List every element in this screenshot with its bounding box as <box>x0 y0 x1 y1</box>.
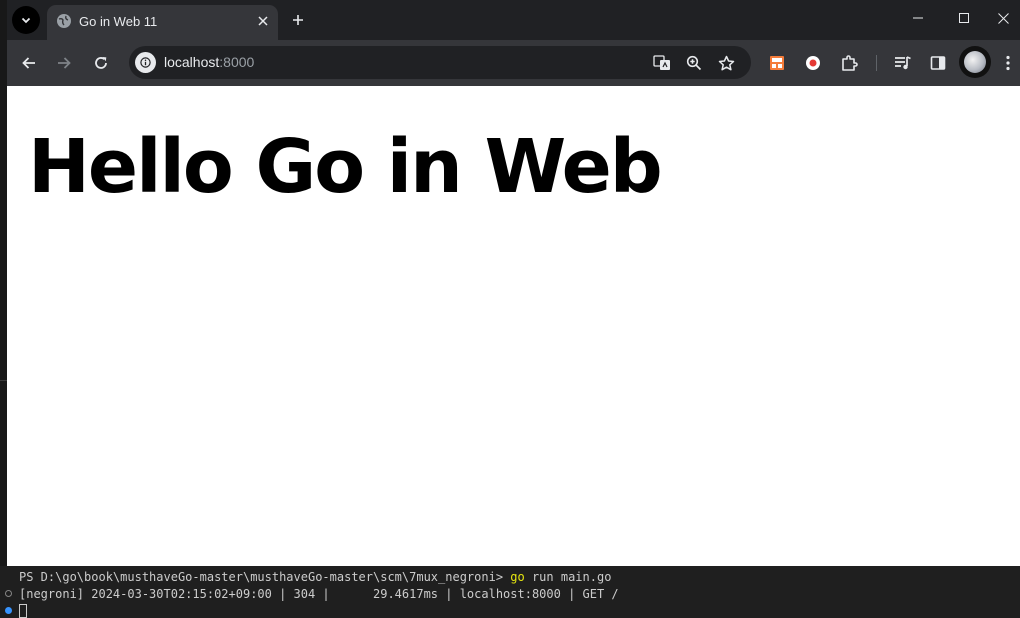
terminal-command-line: PS D:\go\book\musthaveGo-master\musthave… <box>19 570 611 584</box>
kebab-menu-icon <box>1006 55 1010 71</box>
window-close-button[interactable] <box>987 0 1020 36</box>
puzzle-icon <box>842 55 858 71</box>
close-icon <box>998 12 1009 24</box>
browser-window: Go in Web 11 localhost:8000 Hello Go in … <box>7 0 1020 566</box>
arrow-right-icon <box>58 57 71 69</box>
terminal-command-args: run main.go <box>524 570 612 584</box>
address-bar[interactable]: localhost:8000 <box>129 46 751 79</box>
minimize-icon <box>913 17 923 19</box>
tab-strip: Go in Web 11 <box>7 0 1020 40</box>
tab-title: Go in Web 11 <box>79 14 158 29</box>
extensions-menu-button[interactable] <box>835 49 863 77</box>
url-text: localhost:8000 <box>164 54 254 70</box>
arrow-left-icon <box>22 57 35 69</box>
zoom-button[interactable] <box>683 52 705 74</box>
translate-button[interactable] <box>651 52 673 74</box>
info-glyph-icon <box>140 57 151 68</box>
forward-button[interactable] <box>50 49 78 77</box>
site-info-icon[interactable] <box>135 52 156 73</box>
plus-icon <box>293 15 303 25</box>
new-tab-button[interactable] <box>287 9 309 31</box>
terminal-prompt: PS D:\go\book\musthaveGo-master\musthave… <box>19 570 511 584</box>
command-decoration-icon <box>5 590 12 597</box>
terminal-input-line[interactable] <box>19 603 27 618</box>
back-button[interactable] <box>15 49 43 77</box>
queue-music-icon <box>895 56 911 70</box>
tab-search-button[interactable] <box>12 6 40 34</box>
terminal-panel[interactable]: PS D:\go\book\musthaveGo-master\musthave… <box>0 566 1020 618</box>
maximize-icon <box>959 13 969 23</box>
chevron-down-icon <box>21 17 31 24</box>
media-controls-button[interactable] <box>889 49 917 77</box>
terminal-cursor <box>19 603 27 618</box>
tab-close-button[interactable] <box>254 12 272 30</box>
terminal-log-line: [negroni] 2024-03-30T02:15:02+09:00 | 30… <box>19 587 619 601</box>
url-host: localhost <box>164 54 220 70</box>
avatar-image <box>964 51 986 73</box>
record-icon <box>806 56 820 70</box>
url-port: :8000 <box>219 54 255 70</box>
tab-active[interactable]: Go in Web 11 <box>47 5 278 40</box>
side-panel-button[interactable] <box>924 49 952 77</box>
terminal-command-keyword: go <box>510 570 525 584</box>
reload-icon <box>95 57 107 69</box>
reload-button[interactable] <box>87 49 115 77</box>
page-heading: Hello Go in Web <box>28 124 663 210</box>
extension-calendar-icon <box>770 56 784 70</box>
browser-menu-button[interactable] <box>998 49 1018 77</box>
toolbar-divider <box>876 55 877 71</box>
page-viewport: Hello Go in Web <box>7 86 1020 566</box>
side-panel-icon <box>930 56 946 70</box>
minimize-button[interactable] <box>895 0 941 36</box>
close-icon <box>258 16 268 26</box>
zoom-in-icon <box>686 55 702 71</box>
browser-toolbar: localhost:8000 <box>7 40 1020 86</box>
translate-icon <box>653 55 670 70</box>
maximize-button[interactable] <box>941 0 987 36</box>
extension-button-1[interactable] <box>763 49 791 77</box>
globe-icon <box>57 14 71 28</box>
running-indicator-icon <box>5 607 12 614</box>
background-window-edge <box>0 0 7 618</box>
extension-button-2[interactable] <box>799 49 827 77</box>
profile-avatar[interactable] <box>959 46 991 78</box>
star-icon <box>718 55 734 70</box>
bookmark-button[interactable] <box>715 52 737 74</box>
